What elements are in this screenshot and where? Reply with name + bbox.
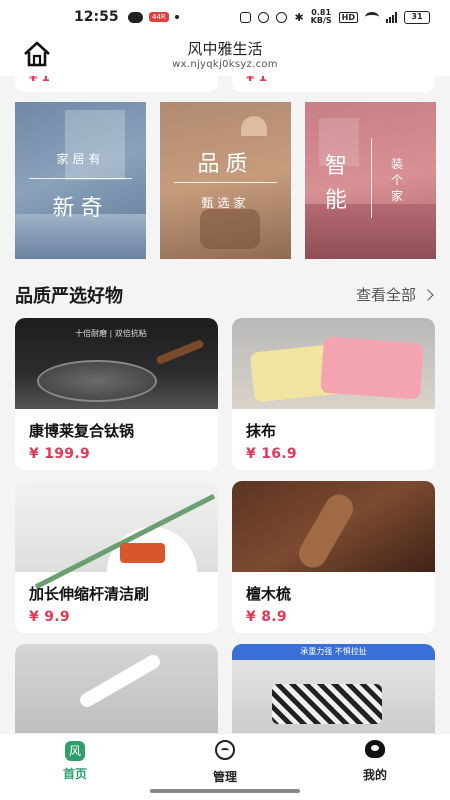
- banner-title-2: 能: [325, 188, 348, 213]
- product-price: ¥ 8.9: [246, 609, 287, 625]
- nav-manage[interactable]: 管理: [185, 740, 265, 785]
- view-all-label: 查看全部: [355, 286, 416, 304]
- product-card[interactable]: 抹布 ¥ 16.9: [232, 318, 435, 470]
- nav-mine-label: 我的: [362, 768, 387, 782]
- product-card-partial[interactable]: ¥ 1: [232, 76, 435, 92]
- product-image: 承重力强 不惧拉扯: [232, 644, 435, 744]
- page-url: wx.njyqkj0ksyz.com: [172, 59, 278, 70]
- product-image-caption: 十倍耐磨 | 双倍抗粘: [75, 329, 147, 338]
- product-name: 檀木梳: [246, 585, 292, 603]
- banner-novelty[interactable]: 家居有 新奇: [15, 102, 146, 259]
- chevron-right-icon: [422, 288, 434, 301]
- nav-mine[interactable]: 我的: [335, 740, 415, 783]
- product-image: [15, 644, 218, 744]
- banner-subtitle: 甄选家: [201, 196, 250, 210]
- nav-home[interactable]: 风 首页: [35, 740, 115, 782]
- product-image: 十倍耐磨 | 双倍抗粘: [15, 318, 218, 409]
- home-indicator[interactable]: [150, 789, 300, 793]
- product-price: ¥ 9.9: [29, 609, 70, 625]
- product-card[interactable]: 十倍耐磨 | 双倍抗粘 康博莱复合钛锅 ¥ 199.9: [15, 318, 218, 470]
- banner-title: 新奇: [52, 196, 109, 221]
- hd-badge: HD: [338, 11, 358, 23]
- wechat-icon: [128, 11, 143, 23]
- alarm-icon: [258, 11, 270, 23]
- status-time: 12:55: [74, 9, 119, 25]
- nav-manage-label: 管理: [212, 770, 237, 784]
- view-all-link[interactable]: 查看全部: [355, 284, 434, 305]
- banner-divider: [174, 182, 277, 183]
- manage-icon: [215, 740, 235, 760]
- banner-smart-home[interactable]: 智 能 装个家: [305, 102, 436, 259]
- product-image: [15, 481, 218, 617]
- banner-divider: [29, 178, 132, 179]
- product-card[interactable]: 加长伸缩杆清洁刷 ¥ 9.9: [15, 481, 218, 633]
- bluetooth-icon: ✱: [294, 10, 304, 24]
- product-card-partial[interactable]: ¥ 1: [15, 76, 218, 92]
- profile-icon: [365, 740, 385, 758]
- product-image-caption: 承重力强 不惧拉扯: [232, 644, 435, 660]
- home-tab-icon: 风: [65, 741, 85, 761]
- mute-icon: [276, 11, 288, 23]
- banner-title: 品质: [197, 152, 254, 177]
- product-price: ¥ 16.9: [246, 446, 297, 462]
- app-header: 风中雅生活 wx.njyqkj0ksyz.com: [0, 34, 450, 76]
- status-system-icons: ✱ 0.81 KB/S HD 31: [240, 9, 430, 25]
- banner-subtitle: 家居有: [56, 152, 105, 166]
- banner-quality[interactable]: 品质 甄选家: [160, 102, 291, 259]
- product-card[interactable]: 承重力强 不惧拉扯: [232, 644, 435, 744]
- net-speed: 0.81 KB/S: [310, 8, 332, 25]
- product-image: [232, 481, 435, 573]
- product-name: 康博莱复合钛锅: [29, 422, 135, 440]
- wifi-icon: [365, 12, 379, 22]
- product-card[interactable]: 檀木梳 ¥ 8.9: [232, 481, 435, 633]
- page-title: 风中雅生活: [187, 40, 263, 58]
- product-name: 加长伸缩杆清洁刷: [29, 585, 150, 603]
- banner-title-1: 智: [325, 154, 348, 179]
- nfc-icon: [240, 11, 252, 23]
- product-card[interactable]: [15, 644, 218, 744]
- banner-image: [65, 110, 125, 180]
- product-name: 抹布: [246, 422, 277, 440]
- banner-divider: [371, 138, 372, 218]
- app-badge: 44R: [149, 12, 169, 22]
- banner-subtitle: 装个家: [391, 157, 404, 203]
- nav-home-label: 首页: [62, 767, 87, 781]
- status-notifications: 44R: [128, 11, 179, 23]
- product-price: ¥ 199.9: [29, 446, 90, 462]
- section-title: 品质严选好物: [15, 286, 123, 307]
- status-bar: 12:55 44R ✱ 0.81 KB/S HD 31: [0, 0, 450, 34]
- product-image: [232, 318, 435, 409]
- signal-icon: [386, 11, 397, 23]
- battery-icon: 31: [404, 10, 430, 24]
- more-notifications-dot: [174, 15, 179, 19]
